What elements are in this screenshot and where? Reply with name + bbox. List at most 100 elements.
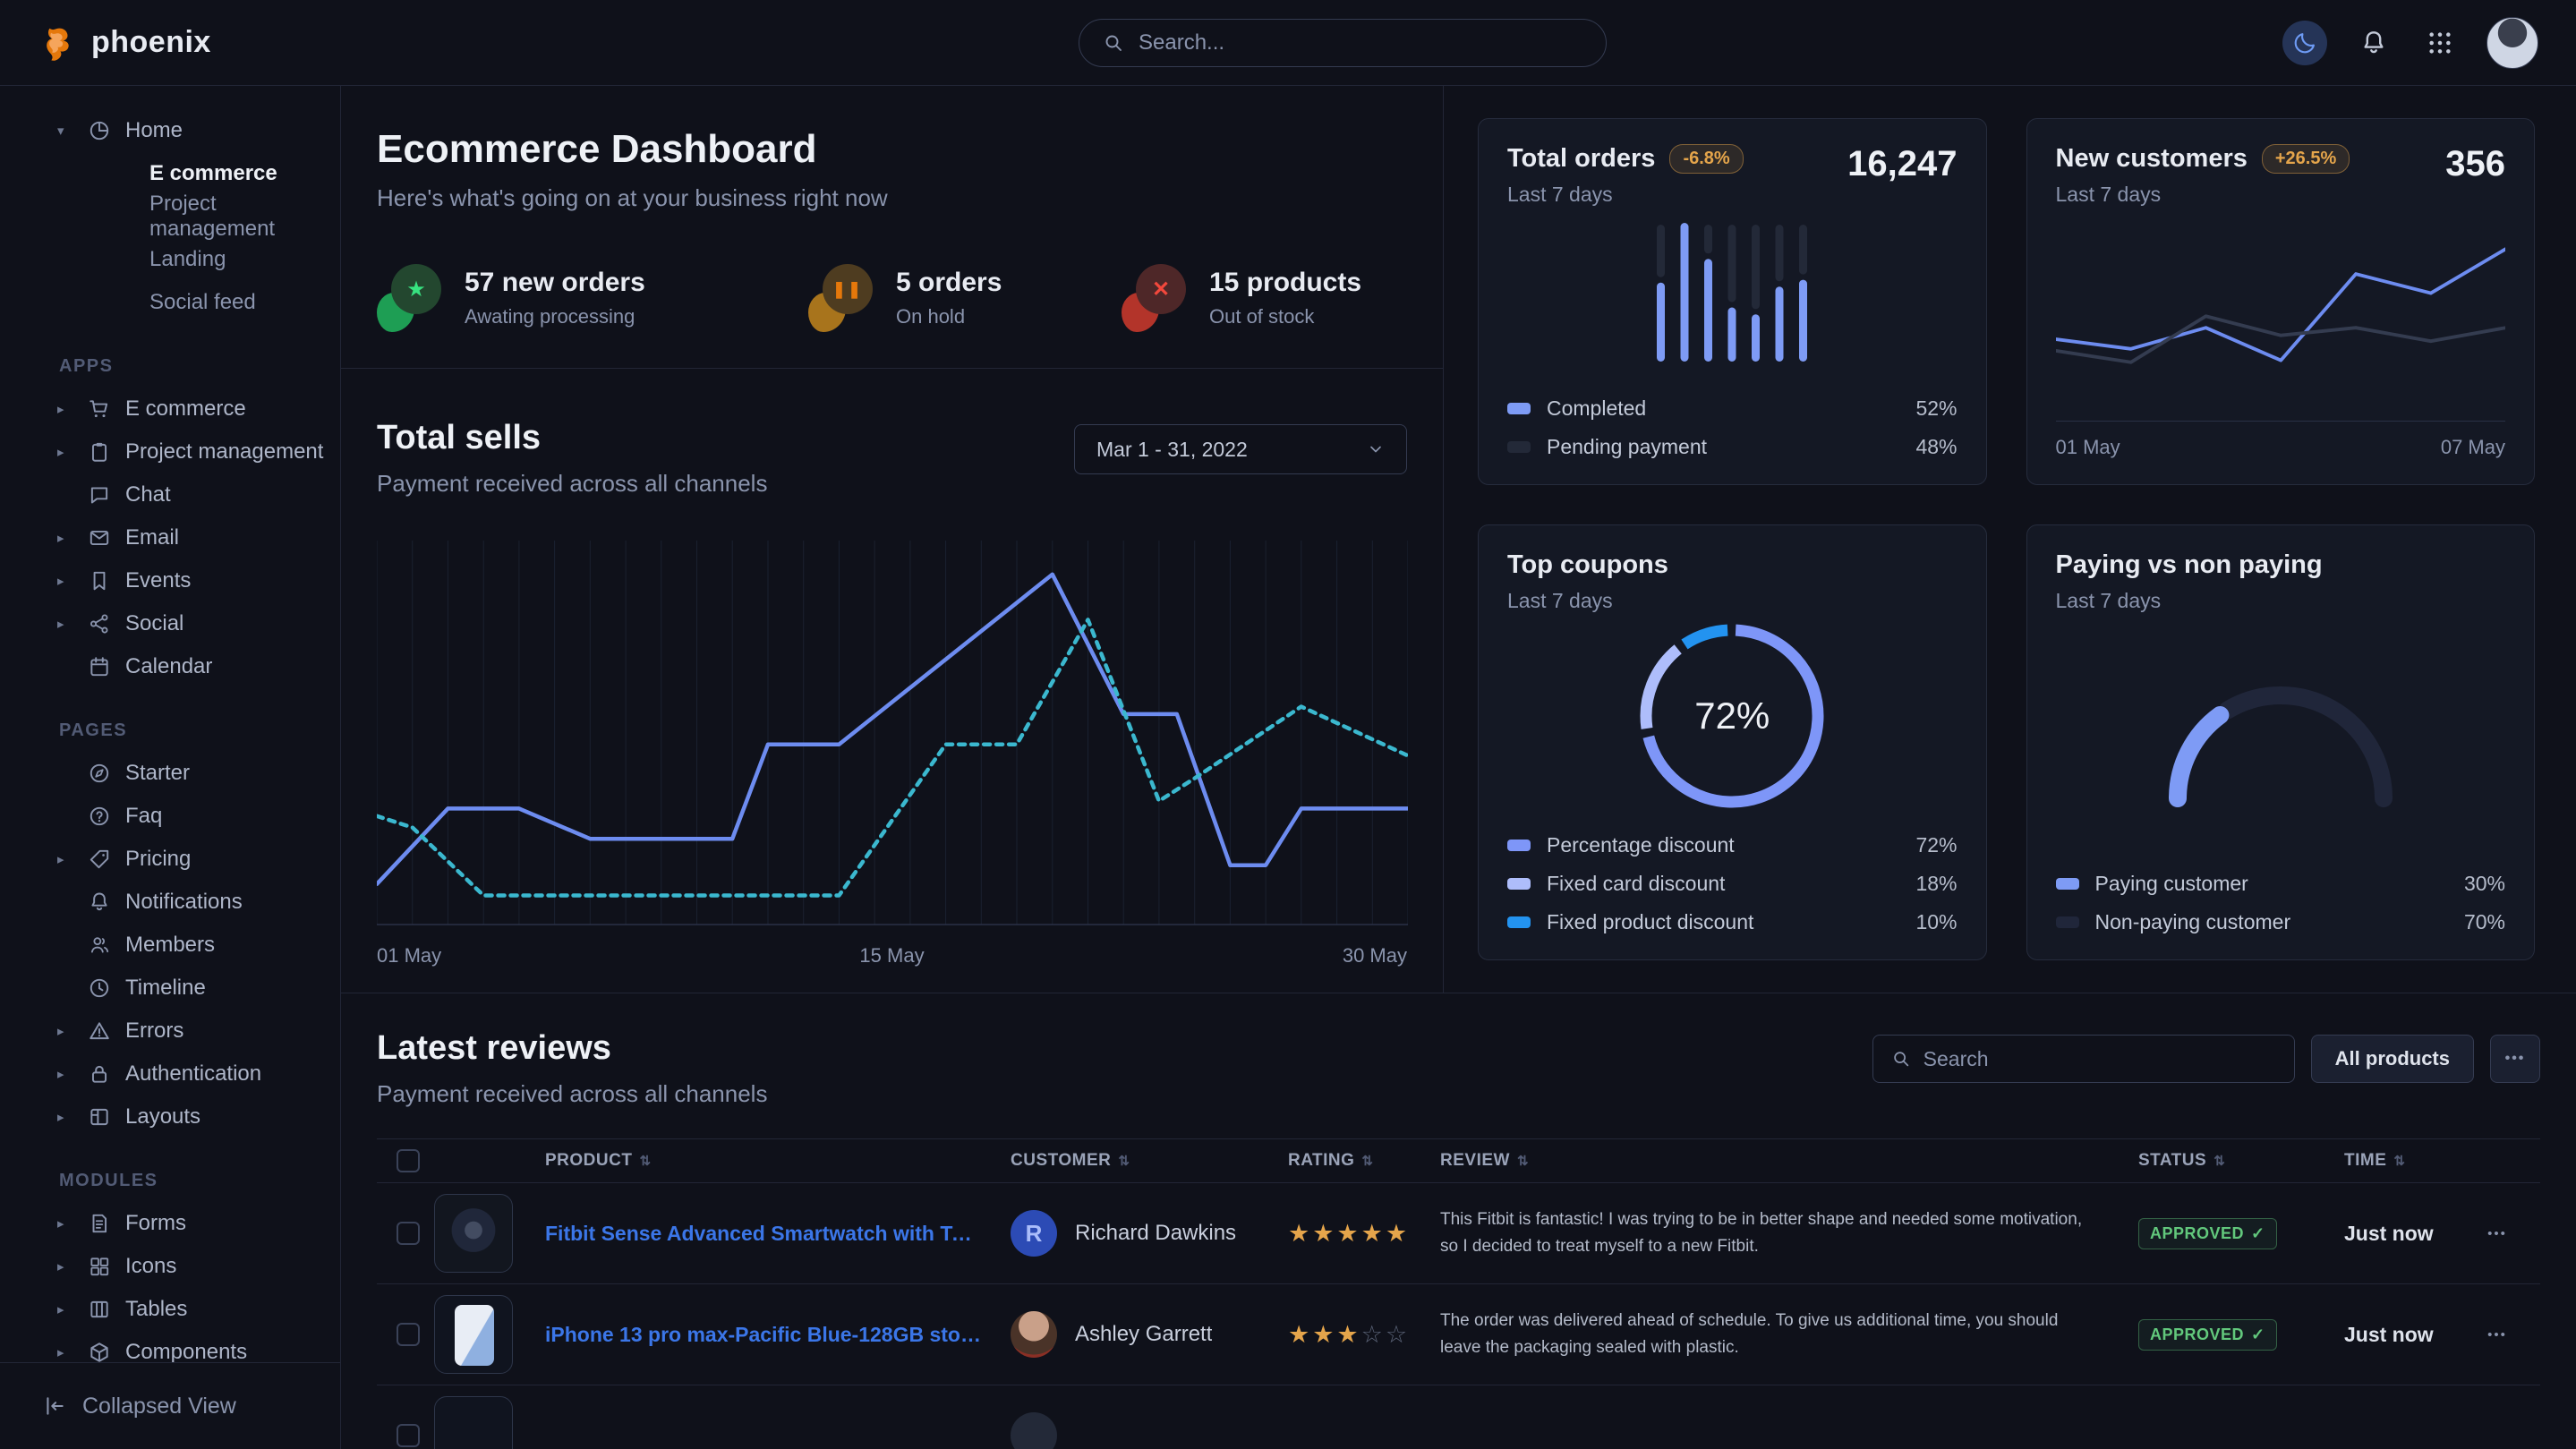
sidebar-subitem-e-commerce[interactable]: E commerce <box>0 152 340 195</box>
apps-menu-button[interactable] <box>2420 23 2460 63</box>
product-link[interactable]: Fitbit Sense Advanced Smartwatch with To… <box>545 1222 1011 1246</box>
column-label: STATUS <box>2138 1151 2206 1171</box>
collapsed-view-toggle[interactable]: Collapsed View <box>0 1362 340 1449</box>
column-header-customer[interactable]: CUSTOMER⇅ <box>1011 1151 1288 1171</box>
legend-swatch <box>2056 878 2079 890</box>
calendar-icon <box>88 655 111 678</box>
change-badge: -6.8% <box>1669 144 1743 174</box>
row-checkbox[interactable] <box>397 1222 420 1245</box>
column-header-product[interactable]: PRODUCT⇅ <box>545 1151 1011 1171</box>
product-link[interactable]: iPhone 13 pro max-Pacific Blue-128GB sto… <box>545 1323 1011 1347</box>
sidebar-item-forms[interactable]: ▸Forms <box>0 1202 340 1245</box>
checkbox-cell <box>377 1424 434 1447</box>
all-products-button[interactable]: All products <box>2311 1035 2474 1083</box>
more-options-button[interactable]: ••• <box>2490 1035 2540 1083</box>
sidebar-item-icons[interactable]: ▸Icons <box>0 1245 340 1288</box>
top-coupons-donut: 72% <box>1507 613 1958 819</box>
sidebar-item-notifications[interactable]: Notifications <box>0 881 340 924</box>
stats-row: ★57 new ordersAwating processing❚❚5 orde… <box>377 264 1407 332</box>
column-label: REVIEW <box>1440 1151 1510 1171</box>
sidebar-item-social[interactable]: ▸Social <box>0 602 340 645</box>
column-header-rating[interactable]: RATING⇅ <box>1288 1151 1440 1171</box>
sidebar-subitem-social-feed[interactable]: Social feed <box>0 281 340 324</box>
row-checkbox[interactable] <box>397 1424 420 1447</box>
x-tick-label: 15 May <box>859 944 924 967</box>
caret-right-icon: ▸ <box>57 1301 73 1317</box>
column-header-time[interactable]: TIME⇅ <box>2344 1151 2469 1171</box>
row-menu-button[interactable]: ••• <box>2469 1327 2525 1342</box>
caret-right-icon: ▸ <box>57 851 73 867</box>
dashboard-cards: Total orders -6.8% Last 7 days 16,247 Co… <box>1444 86 2576 993</box>
sidebar-item-chat[interactable]: Chat <box>0 473 340 516</box>
sidebar-item-label: Components <box>125 1340 247 1362</box>
sidebar-item-tables[interactable]: ▸Tables <box>0 1288 340 1331</box>
sidebar-item-timeline[interactable]: Timeline <box>0 967 340 1010</box>
sidebar-subitem-project-management[interactable]: Project management <box>0 195 340 238</box>
filled-stars: ★★★ <box>1288 1321 1361 1348</box>
legend-swatch <box>2056 916 2079 928</box>
stat-text: 5 ordersOn hold <box>896 268 1002 328</box>
sidebar-item-project-management[interactable]: ▸Project management <box>0 430 340 473</box>
card-period: Last 7 days <box>1507 183 1744 207</box>
sidebar-item-faq[interactable]: Faq <box>0 795 340 838</box>
row-menu-button[interactable]: ••• <box>2469 1226 2525 1241</box>
sidebar-item-label: Icons <box>125 1254 176 1279</box>
sidebar-item-email[interactable]: ▸Email <box>0 516 340 559</box>
sidebar-item-label: Project management <box>125 439 323 465</box>
legend-swatch <box>1507 916 1531 928</box>
brand-name: phoenix <box>91 25 211 60</box>
sidebar-item-label: Social <box>125 611 183 636</box>
total-orders-card: Total orders -6.8% Last 7 days 16,247 Co… <box>1478 118 1987 485</box>
sidebar-item-authentication[interactable]: ▸Authentication <box>0 1053 340 1095</box>
rating-stars: ★★★☆☆ <box>1288 1321 1440 1349</box>
global-search-input[interactable] <box>1139 30 1582 55</box>
review-text: The order was delivered ahead of schedul… <box>1440 1308 2138 1362</box>
sidebar-item-label: Notifications <box>125 890 243 915</box>
sidebar-item-e-commerce[interactable]: ▸E commerce <box>0 388 340 430</box>
table-header-row: PRODUCT⇅CUSTOMER⇅RATING⇅REVIEW⇅STATUS⇅TI… <box>377 1138 2540 1183</box>
column-header-review[interactable]: REVIEW⇅ <box>1440 1151 2138 1171</box>
paying-vs-nonpaying-card: Paying vs non paying Last 7 days Paying … <box>2026 524 2536 960</box>
sidebar-item-label: Faq <box>125 804 162 829</box>
caret-right-icon: ▸ <box>57 1109 73 1125</box>
status-badge: APPROVED✓ <box>2138 1218 2277 1249</box>
notifications-button[interactable] <box>2354 23 2393 63</box>
sidebar-subitem-landing[interactable]: Landing <box>0 238 340 281</box>
sort-icon: ⇅ <box>1361 1153 1373 1169</box>
reviews-search-input[interactable] <box>1923 1047 2276 1071</box>
sidebar-section-label-apps: APPS <box>59 356 340 377</box>
sidebar-item-starter[interactable]: Starter <box>0 752 340 795</box>
sidebar-item-label: Errors <box>125 1019 183 1044</box>
total-sells-section: Total sells Payment received across all … <box>341 369 1443 967</box>
sidebar-item-members[interactable]: Members <box>0 924 340 967</box>
sidebar-item-label: Members <box>125 933 215 958</box>
sidebar-item-components[interactable]: ▸Components <box>0 1331 340 1362</box>
sidebar-item-pricing[interactable]: ▸Pricing <box>0 838 340 881</box>
grid-icon <box>88 1255 111 1278</box>
paying-legend: Paying customer30%Non-paying customer70% <box>2056 857 2506 934</box>
theme-toggle-button[interactable] <box>2282 21 2327 65</box>
tag-icon <box>88 848 111 871</box>
search-icon <box>1103 32 1124 54</box>
stat-headline: 15 products <box>1209 268 1361 298</box>
brand[interactable]: phoenix <box>38 22 211 64</box>
x-tick-label: 30 May <box>1343 944 1407 967</box>
legend-item-paying-customer: Paying customer30% <box>2056 872 2506 896</box>
reviews-search[interactable] <box>1872 1035 2295 1083</box>
bookmark-icon <box>88 569 111 592</box>
sidebar-item-layouts[interactable]: ▸Layouts <box>0 1095 340 1138</box>
table-icon <box>88 1298 111 1321</box>
global-search[interactable] <box>1079 19 1607 67</box>
layout-icon <box>88 1105 111 1129</box>
legend-value: 48% <box>1915 435 1957 459</box>
sidebar-item-home[interactable]: ▾Home <box>0 109 340 152</box>
select-all-checkbox[interactable] <box>397 1149 420 1172</box>
row-checkbox[interactable] <box>397 1323 420 1346</box>
column-header-status[interactable]: STATUS⇅ <box>2138 1151 2344 1171</box>
sidebar-item-events[interactable]: ▸Events <box>0 559 340 602</box>
user-avatar[interactable] <box>2486 17 2538 69</box>
sidebar-item-calendar[interactable]: Calendar <box>0 645 340 688</box>
total-sells-title: Total sells <box>377 419 767 457</box>
date-range-select[interactable]: Mar 1 - 31, 2022 <box>1074 424 1407 474</box>
sidebar-item-errors[interactable]: ▸Errors <box>0 1010 340 1053</box>
